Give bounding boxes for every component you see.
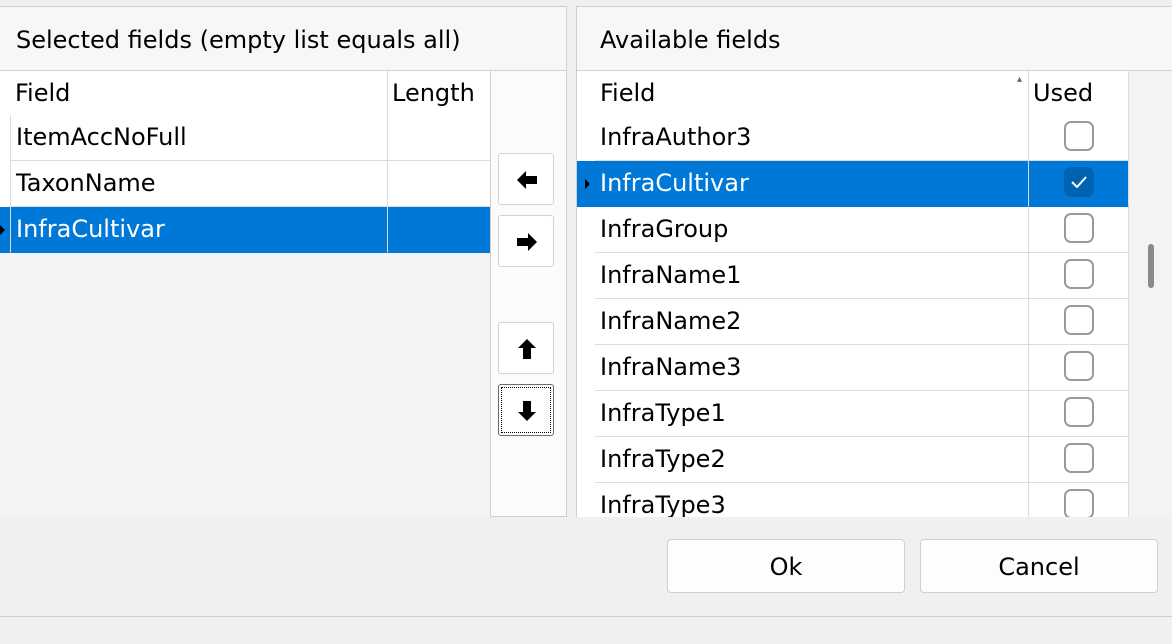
table-row[interactable]: InfraType3 xyxy=(577,483,1129,517)
field-cell: InfraGroup xyxy=(595,207,1029,253)
length-cell[interactable] xyxy=(388,207,490,253)
table-row[interactable]: InfraGroup xyxy=(577,207,1129,253)
arrow-left-icon xyxy=(517,171,537,189)
column-header-field[interactable]: Field ▴ xyxy=(595,71,1029,115)
used-cell xyxy=(1029,161,1129,207)
field-cell: InfraAuthor3 xyxy=(595,115,1029,161)
selected-grid-header: Field Length xyxy=(0,71,490,115)
used-cell xyxy=(1029,299,1129,345)
used-checkbox[interactable] xyxy=(1064,259,1094,289)
used-checkbox[interactable] xyxy=(1064,397,1094,427)
arrow-right-icon xyxy=(517,233,537,251)
used-cell xyxy=(1029,437,1129,483)
table-row[interactable]: InfraName2 xyxy=(577,299,1129,345)
move-up-button[interactable] xyxy=(498,322,554,374)
used-cell xyxy=(1029,483,1129,517)
move-left-button[interactable] xyxy=(498,153,554,205)
used-checkbox[interactable] xyxy=(1064,489,1094,517)
column-header-used[interactable]: Used xyxy=(1029,71,1129,115)
ok-button[interactable]: Ok xyxy=(667,539,905,593)
selected-fields-grid[interactable]: Field Length ItemAccNoFull TaxonName Inf… xyxy=(0,71,491,517)
used-cell xyxy=(1029,391,1129,437)
sort-ascending-icon: ▴ xyxy=(1016,74,1022,85)
column-header-length[interactable]: Length xyxy=(388,71,490,115)
field-cell: InfraCultivar xyxy=(10,207,388,253)
used-cell xyxy=(1029,345,1129,391)
table-row[interactable]: InfraType1 xyxy=(577,391,1129,437)
table-row[interactable]: InfraName1 xyxy=(577,253,1129,299)
available-fields-panel: Available fields Field ▴ Used InfraAutho… xyxy=(576,6,1172,517)
available-fields-grid[interactable]: Field ▴ Used InfraAuthor3 InfraCultivar In… xyxy=(577,71,1172,517)
used-checkbox[interactable] xyxy=(1064,351,1094,381)
table-row-selected[interactable]: InfraCultivar xyxy=(0,207,490,253)
divider xyxy=(0,616,1172,617)
length-cell[interactable] xyxy=(388,115,490,161)
field-cell: TaxonName xyxy=(10,161,388,207)
move-down-button[interactable] xyxy=(498,384,554,436)
used-cell xyxy=(1029,207,1129,253)
selected-fields-panel: Selected fields (empty list equals all) … xyxy=(0,6,567,517)
available-fields-title: Available fields xyxy=(577,7,1172,71)
table-row[interactable]: TaxonName xyxy=(0,161,490,207)
field-cell: InfraType3 xyxy=(595,483,1029,517)
table-row[interactable]: InfraAuthor3 xyxy=(577,115,1129,161)
used-checkbox[interactable] xyxy=(1064,121,1094,151)
table-row-selected[interactable]: InfraCultivar xyxy=(577,161,1129,207)
used-cell xyxy=(1029,253,1129,299)
used-checkbox[interactable] xyxy=(1064,443,1094,473)
current-row-indicator-icon xyxy=(0,225,5,235)
column-header-field[interactable]: Field xyxy=(10,71,388,115)
field-cell: InfraCultivar xyxy=(595,161,1029,207)
table-row[interactable]: InfraName3 xyxy=(577,345,1129,391)
selected-fields-title: Selected fields (empty list equals all) xyxy=(0,7,566,71)
length-cell[interactable] xyxy=(388,161,490,207)
cancel-button[interactable]: Cancel xyxy=(920,539,1158,593)
checkmark-icon xyxy=(1071,176,1087,188)
table-row[interactable]: InfraType2 xyxy=(577,437,1129,483)
vertical-scrollbar-thumb[interactable] xyxy=(1148,244,1154,288)
field-cell: InfraName1 xyxy=(595,253,1029,299)
field-cell: InfraName3 xyxy=(595,345,1029,391)
used-checkbox[interactable] xyxy=(1064,305,1094,335)
arrow-up-icon xyxy=(518,339,536,359)
available-grid-header: Field ▴ Used xyxy=(577,71,1129,115)
column-header-field-label: Field xyxy=(600,79,656,107)
used-checkbox[interactable] xyxy=(1064,213,1094,243)
table-row[interactable]: ItemAccNoFull xyxy=(0,115,490,161)
field-cell: ItemAccNoFull xyxy=(10,115,388,161)
used-checkbox-checked[interactable] xyxy=(1064,167,1094,197)
current-row-indicator-icon xyxy=(585,179,590,189)
arrow-down-icon xyxy=(518,401,536,421)
used-cell xyxy=(1029,115,1129,161)
field-cell: InfraType2 xyxy=(595,437,1029,483)
field-cell: InfraName2 xyxy=(595,299,1029,345)
move-right-button[interactable] xyxy=(498,215,554,267)
field-cell: InfraType1 xyxy=(595,391,1029,437)
